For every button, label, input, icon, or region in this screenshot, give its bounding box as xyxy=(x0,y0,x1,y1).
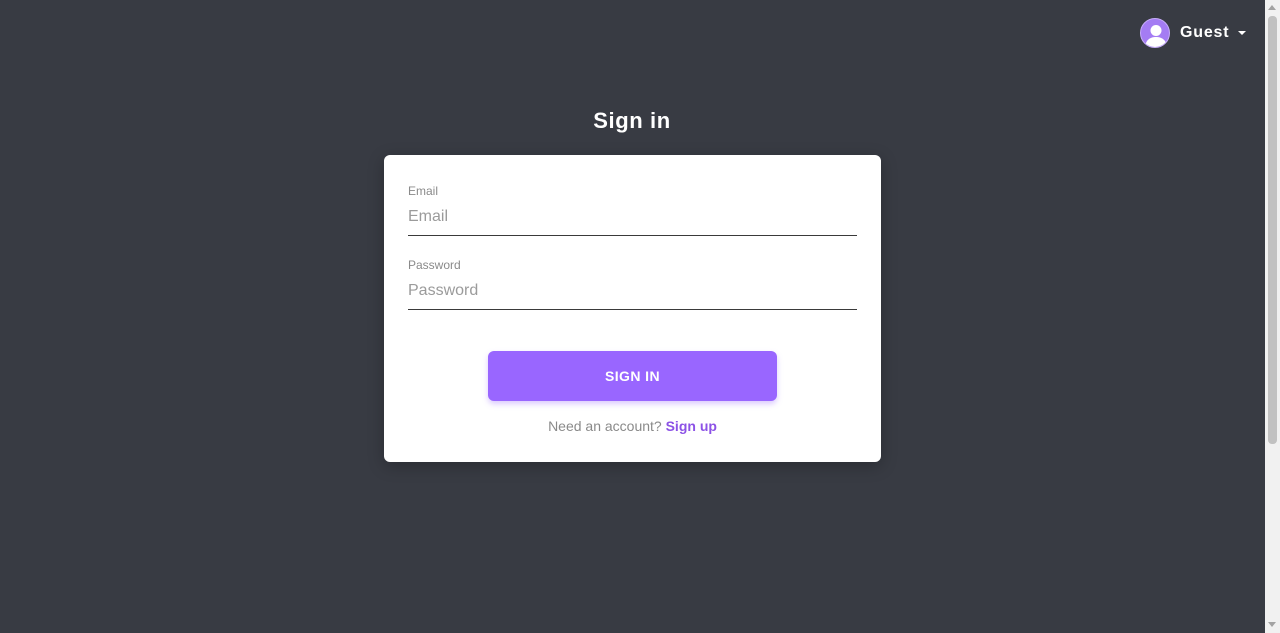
sign-up-link[interactable]: Sign up xyxy=(666,418,717,434)
password-label: Password xyxy=(408,258,461,272)
password-field-group: Password xyxy=(408,258,857,310)
password-input[interactable] xyxy=(408,278,857,310)
signup-prompt-text: Need an account? xyxy=(548,418,662,434)
scroll-up-icon[interactable] xyxy=(1268,5,1276,10)
signin-card: Email Password SIGN IN Need an account? … xyxy=(384,155,881,462)
user-avatar-icon xyxy=(1140,18,1170,48)
scroll-down-icon[interactable] xyxy=(1268,622,1276,627)
email-label: Email xyxy=(408,184,439,198)
page-title: Sign in xyxy=(593,108,671,133)
email-input[interactable] xyxy=(408,204,857,236)
user-name: Guest xyxy=(1180,24,1230,41)
signup-prompt: Need an account? Sign up xyxy=(384,418,881,434)
scrollbar-thumb[interactable] xyxy=(1268,16,1277,444)
caret-down-icon xyxy=(1238,31,1247,35)
email-field-group: Email xyxy=(408,184,857,236)
signin-page: Guest Sign in Email Password SIGN IN Nee… xyxy=(0,0,1280,633)
sign-in-button[interactable]: SIGN IN xyxy=(488,351,777,401)
page-scrollbar[interactable] xyxy=(1265,0,1280,633)
user-menu-toggle[interactable]: Guest xyxy=(1140,17,1247,49)
